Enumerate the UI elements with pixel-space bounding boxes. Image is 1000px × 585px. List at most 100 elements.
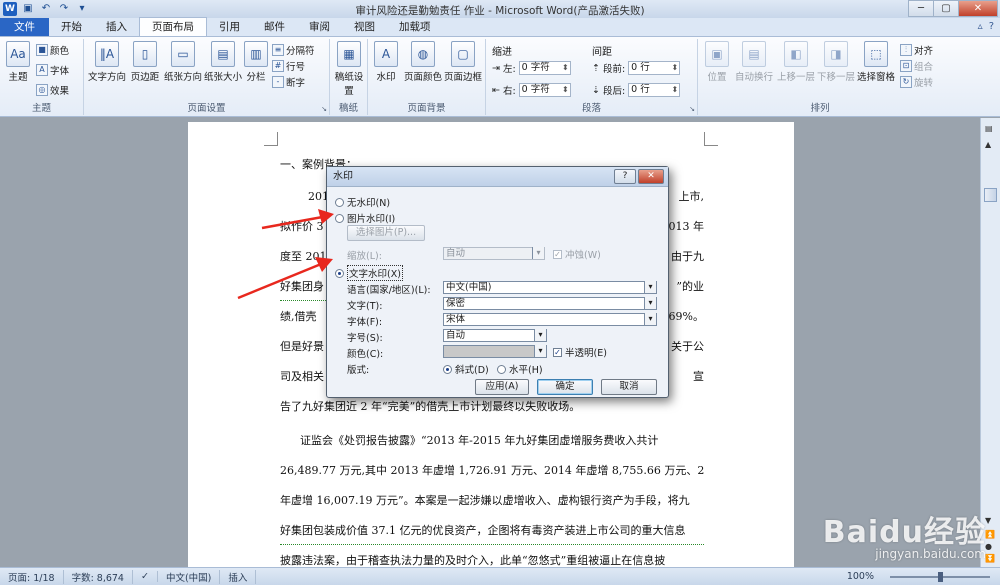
position-button[interactable]: ▣ 位置 [702, 41, 732, 83]
minimize-button[interactable]: ─ [908, 0, 934, 17]
indent-left-icon: ⇥ [492, 62, 500, 74]
size-label: 字号(S): [347, 333, 383, 344]
scroll-thumb[interactable] [984, 188, 997, 202]
rotate-button[interactable]: ↻ 旋转 [900, 75, 933, 89]
zoom-level[interactable]: 100% [839, 571, 882, 582]
cancel-button[interactable]: 取消 [601, 379, 657, 395]
group-label-arrange: 排列 [810, 103, 830, 114]
page-setup-launcher-icon[interactable]: ↘ [321, 105, 327, 113]
orientation-button[interactable]: ▭ 纸张方向 [164, 41, 202, 83]
group-label-paragraph: 段落 [581, 103, 601, 114]
picture-watermark-radio[interactable]: 图片水印(I) [335, 211, 395, 225]
dialog-title-bar: 水印 ? ✕ [327, 167, 668, 187]
paragraph-launcher-icon[interactable]: ↘ [689, 105, 695, 113]
tab-addins[interactable]: 加载项 [387, 18, 443, 36]
font-select[interactable]: 宋体 [443, 313, 657, 326]
page-indicator[interactable]: 页面: 1/18 [0, 569, 64, 584]
diagonal-radio[interactable]: 斜式(D) [443, 362, 489, 376]
align-button[interactable]: ⫶ 对齐 [900, 43, 933, 57]
ok-button[interactable]: 确定 [537, 379, 593, 395]
columns-icon: ▥ [244, 41, 268, 67]
group-button[interactable]: ⊡ 组合 [900, 59, 933, 73]
watermark-dialog: 水印 ? ✕ 无水印(N) 图片水印(I) 选择图片(P)... 缩放(L): … [326, 166, 669, 398]
tab-home[interactable]: 开始 [49, 18, 94, 36]
text-select[interactable]: 保密 [443, 297, 657, 310]
tab-insert[interactable]: 插入 [94, 18, 139, 36]
close-button[interactable]: ✕ [958, 0, 998, 17]
page-border-button[interactable]: ▢ 页面边框 [444, 41, 482, 83]
radio-off-icon [335, 213, 344, 223]
page-size-button[interactable]: ▤ 纸张大小 [204, 41, 242, 83]
ruler-toggle-icon[interactable]: ▤ [985, 124, 993, 133]
word-count[interactable]: 字数: 8,674 [64, 569, 133, 584]
dialog-help-button[interactable]: ? [614, 169, 636, 184]
wrap-text-button[interactable]: ▤ 自动换行 [734, 41, 774, 83]
dialog-close-button[interactable]: ✕ [638, 169, 664, 184]
group-draft-paper: ▦ 稿纸设置 稿纸 [330, 39, 368, 115]
draft-paper-button[interactable]: ▦ 稿纸设置 [334, 41, 364, 97]
ribbon: Aa 主题 ■ 颜色 A 字体 ◎ 效果 主题 ‖A 文字方向 ▯ 页边距 ▭ 纸张方向 ▤… [0, 37, 1000, 117]
page-size-icon: ▤ [211, 41, 235, 67]
indent-right-icon: ⇤ [492, 84, 500, 96]
columns-button[interactable]: ▥ 分栏 [244, 41, 268, 83]
baidu-watermark-logo: Baidu经验 [822, 515, 986, 550]
line-numbers-button[interactable]: # 行号 [272, 59, 305, 73]
zoom-slider-handle[interactable] [938, 572, 943, 582]
tab-references[interactable]: 引用 [207, 18, 252, 36]
spacing-after-input[interactable]: 0 行 [628, 83, 681, 97]
text-direction-button[interactable]: ‖A 文字方向 [88, 41, 126, 83]
browse-object-icon[interactable]: ● [985, 542, 992, 551]
margins-button[interactable]: ▯ 页边距 [130, 41, 160, 83]
tab-view[interactable]: 视图 [342, 18, 387, 36]
indent-title: 缩进 [492, 47, 512, 58]
group-paragraph: 缩进 间距 ⇥左:0 字符 ⇤右:0 字符 ⇡段前:0 行 ⇣段后:0 行 段落… [486, 39, 698, 115]
language-indicator[interactable]: 中文(中国) [158, 569, 221, 584]
text-watermark-radio[interactable]: 文字水印(X) [335, 265, 403, 281]
color-label: 颜色(C): [347, 349, 384, 360]
washout-checkbox[interactable]: ✓ 冲蚀(W) [553, 247, 601, 261]
send-backward-icon: ◨ [824, 41, 848, 67]
theme-fonts-button[interactable]: A 字体 [36, 63, 69, 77]
select-picture-button[interactable]: 选择图片(P)... [347, 225, 425, 241]
indent-left-input[interactable]: 0 字符 [518, 61, 571, 75]
themes-button[interactable]: Aa 主题 [4, 41, 32, 83]
page-color-button[interactable]: ◍ 页面颜色 [404, 41, 442, 83]
scale-select[interactable]: 自动 [443, 247, 545, 260]
vertical-scrollbar[interactable]: ▤ ▲ ▼ ⏫ ● ⏬ [980, 118, 1000, 567]
send-backward-button[interactable]: ◨ 下移一层 [816, 41, 856, 83]
tab-mailings[interactable]: 邮件 [252, 18, 297, 36]
tab-page-layout[interactable]: 页面布局 [139, 17, 207, 36]
zoom-slider[interactable] [890, 572, 990, 582]
watermark-button[interactable]: A 水印 [372, 41, 400, 83]
indent-right-input[interactable]: 0 字符 [518, 83, 571, 97]
selection-pane-icon: ⬚ [864, 41, 888, 67]
next-page-icon[interactable]: ⏬ [985, 554, 995, 563]
bring-forward-button[interactable]: ◧ 上移一层 [776, 41, 816, 83]
tab-review[interactable]: 审阅 [297, 18, 342, 36]
proofing-icon[interactable]: ✓ [133, 571, 158, 582]
theme-effects-button[interactable]: ◎ 效果 [36, 83, 69, 97]
insert-mode[interactable]: 插入 [220, 569, 257, 584]
help-icon[interactable]: ? [989, 21, 994, 32]
horizontal-radio[interactable]: 水平(H) [497, 362, 543, 376]
doc-line-fragment: 但是好景 [280, 340, 324, 353]
group-page-setup: ‖A 文字方向 ▯ 页边距 ▭ 纸张方向 ▤ 纸张大小 ▥ 分栏 ≡ 分隔符 # 行号 - 断字… [84, 39, 330, 115]
scroll-up-arrow[interactable]: ▲ [985, 140, 991, 149]
spacing-before-input[interactable]: 0 行 [628, 61, 681, 75]
language-select[interactable]: 中文(中国) [443, 281, 657, 294]
maximize-button[interactable]: ▢ [933, 0, 959, 17]
size-select[interactable]: 自动 [443, 329, 547, 342]
color-select[interactable] [443, 345, 547, 358]
breaks-button[interactable]: ≡ 分隔符 [272, 43, 315, 57]
minimize-ribbon-icon[interactable]: ▵ [978, 21, 983, 32]
apply-button[interactable]: 应用(A) [475, 379, 529, 395]
group-arrange: ▣ 位置 ▤ 自动换行 ◧ 上移一层 ◨ 下移一层 ⬚ 选择窗格 ⫶ 对齐 ⊡ 组合 ↻ 旋转 … [698, 39, 942, 115]
semitransparent-checkbox[interactable]: ✓ 半透明(E) [553, 345, 607, 359]
previous-page-icon[interactable]: ⏫ [985, 530, 995, 539]
tab-file[interactable]: 文件 [0, 18, 49, 36]
theme-colors-button[interactable]: ■ 颜色 [36, 43, 69, 57]
no-watermark-radio[interactable]: 无水印(N) [335, 195, 390, 209]
title-bar: W ▣ ↶ ↷ ▾ 审计风险还是勤勉责任 作业 - Microsoft Word… [0, 0, 1000, 18]
selection-pane-button[interactable]: ⬚ 选择窗格 [856, 41, 896, 83]
hyphenation-button[interactable]: - 断字 [272, 75, 305, 89]
